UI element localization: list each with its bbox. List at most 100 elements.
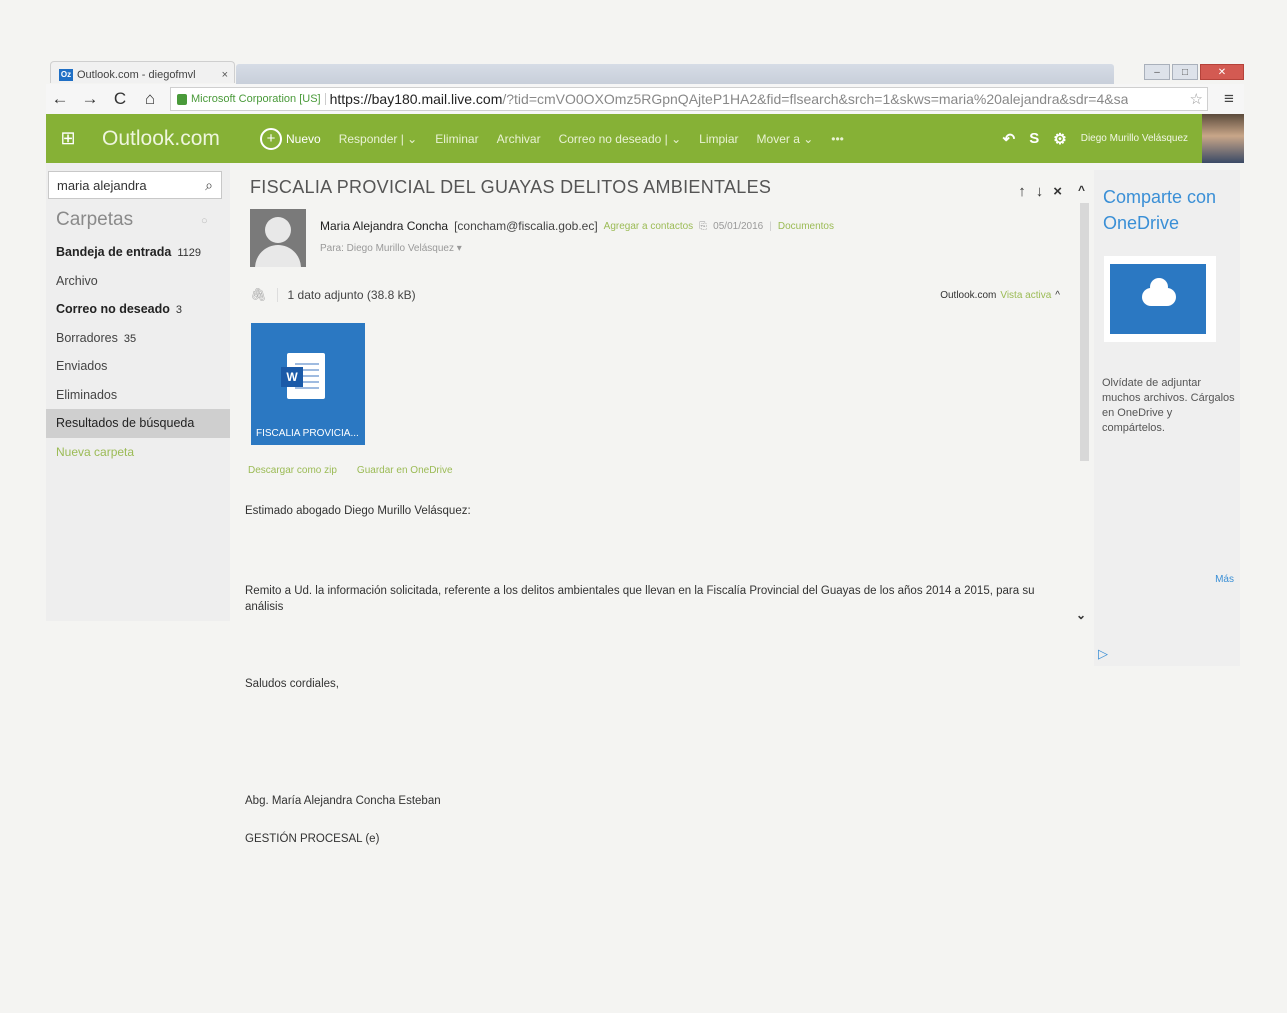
separator: | — [769, 220, 772, 232]
download-zip-link[interactable]: Descargar como zip — [248, 465, 337, 476]
undo-icon[interactable]: ↶ — [1003, 130, 1016, 148]
person-icon-head — [265, 217, 291, 243]
attachment-indicator-icon: ⎘ — [699, 220, 708, 232]
new-folder-link[interactable]: Nueva carpeta — [46, 438, 230, 467]
folder-label: Borradores — [56, 330, 118, 345]
new-button[interactable]: + Nuevo — [260, 127, 321, 150]
sender-email: [concham@fiscalia.gob.ec] — [454, 219, 598, 233]
gear-icon[interactable]: ⚙ — [1053, 130, 1066, 148]
junk-button[interactable]: Correo no deseado | ⌄ — [559, 132, 682, 146]
move-to-button[interactable]: Mover a ⌄ — [757, 132, 814, 146]
sender-name[interactable]: Maria Alejandra Concha — [320, 219, 448, 233]
ad-text: Olvídate de adjuntar muchos archivos. Cá… — [1102, 377, 1235, 434]
message-folder-link[interactable]: Documentos — [778, 221, 834, 232]
previous-message-icon[interactable]: ↑ — [1018, 183, 1026, 200]
close-message-icon[interactable]: × — [1053, 183, 1062, 200]
next-message-icon[interactable]: ↓ — [1036, 183, 1044, 200]
header-right: ↶ S ⚙ Diego Murillo Velásquez — [1003, 114, 1244, 163]
folder-label: Resultados de búsqueda — [56, 416, 195, 430]
user-name[interactable]: Diego Murillo Velásquez — [1081, 133, 1188, 144]
outlook-brand[interactable]: Outlook.com — [90, 127, 260, 151]
folders-title: Carpetas — [56, 209, 134, 230]
recipient-line[interactable]: Para: Diego Murillo Velásquez ▾ — [320, 243, 462, 254]
folders-refresh-icon[interactable]: ○ — [201, 215, 208, 227]
attachment-tile[interactable]: W FISCALIA PROVICIA... — [251, 323, 365, 445]
avatar[interactable] — [1202, 114, 1244, 163]
search-icon[interactable]: ⌕ — [205, 177, 213, 194]
window-controls: – □ ✕ — [1144, 64, 1244, 80]
sweep-button[interactable]: Limpiar — [699, 132, 738, 146]
folder-list: Bandeja de entrada 1129 Archivo Correo no… — [46, 238, 230, 466]
window-close-button[interactable]: ✕ — [1200, 64, 1244, 80]
tab-close-icon[interactable]: × — [222, 69, 228, 81]
onedrive-ad[interactable]: Comparte con OneDrive Olvídate de adjunt… — [1094, 170, 1240, 666]
folder-junk[interactable]: Correo no deseado 3 — [46, 295, 230, 324]
forward-button[interactable]: → — [80, 89, 100, 109]
browser-menu-icon[interactable]: ≡ — [1218, 89, 1240, 109]
scroll-up-icon[interactable]: ^ — [1078, 183, 1085, 197]
skype-icon[interactable]: S — [1029, 130, 1039, 147]
cloud-icon — [1142, 278, 1176, 306]
search-value: maria alejandra — [57, 178, 147, 193]
command-bar: + Nuevo Responder | ⌄ Eliminar Archivar … — [260, 114, 862, 163]
folder-deleted[interactable]: Eliminados — [46, 381, 230, 410]
url-path: /?tid=cmVO0OXOmz5RGpnQAjteP1HA2&fid=flse… — [502, 91, 1129, 107]
folder-sent[interactable]: Enviados — [46, 352, 230, 381]
view-mode-toggle[interactable]: Outlook.com Vista activa ^ — [940, 290, 1060, 301]
sender-line: Maria Alejandra Concha [concham@fiscalia… — [320, 219, 834, 233]
body-closing: Saludos cordiales, — [245, 678, 339, 690]
browser-tab[interactable]: Oz Outlook.com - diegofmvl × — [50, 61, 235, 83]
folder-inbox[interactable]: Bandeja de entrada 1129 — [46, 238, 230, 267]
ad-image — [1110, 264, 1206, 334]
outlook-header: ⊞ Outlook.com + Nuevo Responder | ⌄ Elim… — [46, 114, 1244, 163]
maximize-button[interactable]: □ — [1172, 64, 1198, 80]
add-to-contacts-link[interactable]: Agregar a contactos — [604, 221, 694, 232]
attachment-actions: Descargar como zip Guardar en OneDrive — [248, 465, 453, 476]
attachment-count: 1 dato adjunto (38.8 kB) — [276, 288, 416, 302]
folder-archive[interactable]: Archivo — [46, 267, 230, 296]
address-bar[interactable]: Microsoft Corporation [US] https://bay18… — [170, 87, 1208, 111]
back-button[interactable]: ← — [50, 89, 70, 109]
scroll-down-icon[interactable]: ⌄ — [1076, 608, 1086, 622]
person-icon-body — [255, 245, 301, 267]
word-icon: W — [281, 367, 303, 387]
browser-tabstrip: Oz Outlook.com - diegofmvl × – □ ✕ — [46, 58, 1244, 84]
reading-pane: FISCALIA PROVICIAL DEL GUAYAS DELITOS AM… — [236, 163, 1076, 845]
search-input[interactable]: maria alejandra ⌕ — [48, 171, 222, 199]
ev-label: Microsoft Corporation [US] — [191, 93, 321, 105]
tab-strip-background — [236, 64, 1114, 84]
lock-icon — [177, 93, 187, 105]
home-button[interactable]: ⌂ — [140, 89, 160, 109]
save-onedrive-link[interactable]: Guardar en OneDrive — [357, 465, 453, 476]
folder-label: Archivo — [56, 273, 98, 288]
folder-label: Correo no deseado — [56, 302, 170, 316]
more-commands-button[interactable]: ••• — [831, 132, 844, 146]
paperclip-icon: 🖇 — [250, 287, 267, 302]
new-label: Nuevo — [286, 131, 321, 146]
attachment-name: FISCALIA PROVICIA... — [256, 428, 359, 439]
folder-drafts[interactable]: Borradores 35 — [46, 324, 230, 353]
ad-more-link[interactable]: Más — [1215, 574, 1234, 585]
scrollbar-thumb[interactable] — [1080, 203, 1089, 461]
folder-count: 1129 — [177, 247, 201, 259]
reply-button[interactable]: Responder | ⌄ — [339, 132, 418, 146]
reload-button[interactable]: C — [110, 89, 130, 109]
app-launcher-icon[interactable]: ⊞ — [46, 114, 90, 163]
adchoices-icon[interactable]: ▷ — [1098, 646, 1108, 662]
minimize-button[interactable]: – — [1144, 64, 1170, 80]
signature-title: GESTIÓN PROCESAL (e) — [245, 833, 380, 845]
view-provider: Outlook.com — [940, 289, 997, 301]
folder-search-results[interactable]: Resultados de búsqueda — [46, 409, 230, 438]
folder-label: Nueva carpeta — [56, 444, 135, 459]
folder-count: 3 — [175, 304, 183, 316]
folder-count: 35 — [123, 332, 137, 345]
folder-label: Eliminados — [56, 387, 118, 402]
archive-button[interactable]: Archivar — [497, 132, 541, 146]
ev-certificate-badge[interactable]: Microsoft Corporation [US] — [175, 93, 326, 105]
body-paragraph: Remito a Ud. la información solicitada, … — [245, 585, 1035, 613]
plus-icon: + — [260, 127, 282, 150]
delete-button[interactable]: Eliminar — [435, 132, 478, 146]
body-greeting: Estimado abogado Diego Murillo Velásquez… — [245, 505, 471, 517]
bookmark-star-icon[interactable]: ☆ — [1186, 90, 1203, 108]
message-subject: FISCALIA PROVICIAL DEL GUAYAS DELITOS AM… — [250, 177, 772, 197]
